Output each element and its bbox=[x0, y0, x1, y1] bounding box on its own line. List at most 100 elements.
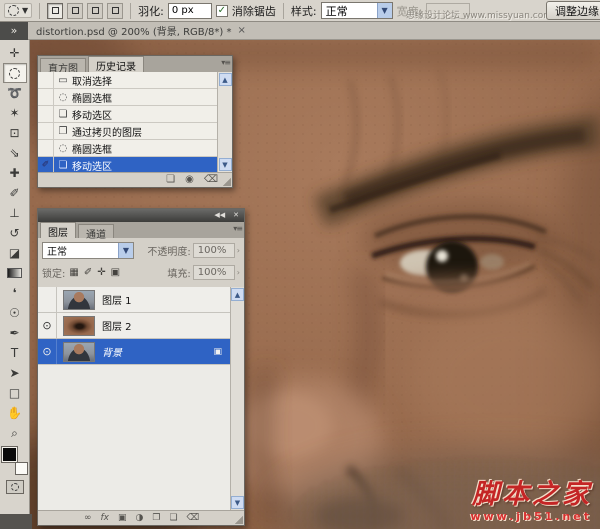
layer-row[interactable]: ⊙图层 2 bbox=[38, 313, 230, 339]
history-brush-tool[interactable]: ↺ bbox=[3, 223, 27, 243]
zoom-tool[interactable]: ⌕ bbox=[3, 423, 27, 443]
new-group-icon[interactable]: ❐ bbox=[152, 514, 160, 523]
lock-position-icon[interactable]: ✛ bbox=[97, 267, 105, 278]
hand-tool[interactable]: ✋ bbox=[3, 403, 27, 423]
magic-wand-tool[interactable]: ✶ bbox=[3, 103, 27, 123]
dodge-tool[interactable]: ☉ bbox=[3, 303, 27, 323]
intersect-selection-button[interactable] bbox=[107, 3, 123, 19]
eyedropper-tool[interactable]: ⇘ bbox=[3, 143, 27, 163]
history-scrollbar[interactable]: ▲ ▼ bbox=[217, 72, 232, 172]
add-to-selection-button[interactable] bbox=[67, 3, 83, 19]
link-layers-icon[interactable]: ∞ bbox=[84, 514, 92, 523]
blur-tool[interactable]: ❛ bbox=[3, 283, 27, 303]
subtract-from-selection-button[interactable] bbox=[87, 3, 103, 19]
history-brush-gutter[interactable] bbox=[38, 123, 54, 139]
lasso-tool[interactable]: ➰ bbox=[3, 83, 27, 103]
gradient-tool[interactable] bbox=[3, 263, 27, 283]
adjustment-layer-icon[interactable]: ◑ bbox=[136, 514, 144, 523]
move-tool[interactable]: ✛ bbox=[3, 43, 27, 63]
opacity-control[interactable]: 不透明度: 100% › bbox=[147, 243, 240, 258]
scroll-down-icon[interactable]: ▼ bbox=[231, 496, 244, 509]
document-tab-title[interactable]: distortion.psd @ 200% (背景, RGB/8*) * bbox=[36, 23, 231, 38]
clone-stamp-tool[interactable]: ⊥ bbox=[3, 203, 27, 223]
layer-thumbnail[interactable] bbox=[63, 316, 95, 336]
layers-list: 图层 1⊙图层 2⊙背景▣ bbox=[38, 287, 230, 510]
add-layer-mask-icon[interactable]: ▣ bbox=[118, 514, 127, 523]
tool-preset-picker[interactable]: ▼ bbox=[4, 3, 32, 18]
quick-mask-button[interactable] bbox=[6, 480, 24, 494]
shape-tool[interactable]: □ bbox=[3, 383, 27, 403]
style-select[interactable]: 正常 ▼ bbox=[321, 2, 393, 19]
layer-row[interactable]: 图层 1 bbox=[38, 287, 230, 313]
move-selection-icon: ❏ bbox=[54, 109, 72, 120]
history-brush-gutter[interactable] bbox=[38, 106, 54, 122]
collapse-panel-icon[interactable]: ◀◀ bbox=[214, 212, 225, 219]
layers-scrollbar[interactable]: ▲ ▼ bbox=[230, 287, 244, 510]
panel-expand-button[interactable]: » bbox=[0, 22, 28, 40]
new-layer-icon[interactable]: ❑ bbox=[169, 514, 177, 523]
history-state-row[interactable]: ◌椭圆选框 bbox=[38, 89, 217, 106]
foreground-color-swatch[interactable] bbox=[2, 447, 17, 462]
history-state-label: 通过拷贝的图层 bbox=[72, 124, 142, 139]
feather-input[interactable] bbox=[168, 3, 212, 19]
hand-icon: ✋ bbox=[7, 407, 22, 419]
pen-tool[interactable]: ✒ bbox=[3, 323, 27, 343]
lock-pixels-icon[interactable]: ✐ bbox=[84, 267, 92, 278]
eraser-icon: ◪ bbox=[9, 247, 20, 259]
tab-channels[interactable]: 通道 bbox=[78, 224, 114, 238]
new-document-from-state-icon[interactable]: ❏ bbox=[166, 175, 175, 185]
refine-edge-button[interactable]: 调整边缘 bbox=[546, 1, 600, 20]
scroll-up-icon[interactable]: ▲ bbox=[219, 73, 232, 86]
visibility-eye-icon[interactable]: ⊙ bbox=[38, 339, 57, 364]
history-brush-gutter[interactable] bbox=[38, 72, 54, 88]
close-panel-icon[interactable]: ✕ bbox=[233, 212, 239, 219]
delete-state-icon[interactable]: ⌫ bbox=[204, 175, 218, 185]
scroll-down-icon[interactable]: ▼ bbox=[219, 158, 232, 171]
panel-menu-icon[interactable]: ▾≡ bbox=[221, 58, 230, 67]
lock-transparency-icon[interactable]: ▦ bbox=[69, 267, 78, 278]
layer-row[interactable]: ⊙背景▣ bbox=[38, 339, 230, 365]
quick-mask-icon bbox=[11, 483, 19, 491]
antialias-checkbox[interactable]: ✓ bbox=[216, 5, 228, 17]
path-selection-tool[interactable]: ➤ bbox=[3, 363, 27, 383]
resize-grip[interactable] bbox=[223, 178, 231, 186]
history-brush-gutter[interactable] bbox=[38, 140, 54, 156]
type-tool[interactable]: T bbox=[3, 343, 27, 363]
layer-style-fx-icon[interactable]: fx bbox=[101, 514, 110, 523]
eraser-tool[interactable]: ◪ bbox=[3, 243, 27, 263]
history-brush-gutter[interactable]: ✐ bbox=[38, 157, 54, 172]
document-close-icon[interactable]: × bbox=[237, 25, 245, 36]
style-label: 样式: bbox=[291, 3, 317, 19]
layer-thumbnail[interactable] bbox=[63, 290, 95, 310]
resize-grip[interactable] bbox=[235, 516, 243, 524]
history-state-row[interactable]: ❐通过拷贝的图层 bbox=[38, 123, 217, 140]
tab-history[interactable]: 历史记录 bbox=[88, 56, 144, 72]
chevron-right-icon: › bbox=[237, 246, 240, 255]
panel-menu-icon[interactable]: ▾≡ bbox=[233, 224, 242, 233]
chevron-down-icon: ▼ bbox=[22, 6, 28, 15]
forum-watermark: 思缘设计论坛 www.missyuan.com bbox=[406, 8, 552, 21]
blend-mode-select[interactable]: 正常 ▼ bbox=[42, 242, 134, 259]
history-state-row[interactable]: ✐❏移动选区 bbox=[38, 157, 217, 172]
lock-all-icon[interactable]: ▣ bbox=[111, 267, 120, 278]
elliptical-marquee-tool[interactable] bbox=[3, 63, 27, 83]
history-state-row[interactable]: ❏移动选区 bbox=[38, 106, 217, 123]
background-color-swatch[interactable] bbox=[15, 462, 28, 475]
history-brush-gutter[interactable] bbox=[38, 89, 54, 105]
brush-tool[interactable]: ✐ bbox=[3, 183, 27, 203]
layer-thumbnail[interactable] bbox=[63, 342, 95, 362]
visibility-eye-icon[interactable]: ⊙ bbox=[38, 313, 57, 338]
tab-layers[interactable]: 图层 bbox=[40, 222, 76, 238]
crop-tool[interactable]: ⊡ bbox=[3, 123, 27, 143]
tab-histogram[interactable]: 直方图 bbox=[40, 58, 86, 72]
new-selection-button[interactable] bbox=[47, 3, 63, 19]
visibility-eye-icon[interactable] bbox=[38, 287, 57, 312]
fill-control[interactable]: 填充: 100% › bbox=[167, 265, 240, 280]
history-state-row[interactable]: ◌椭圆选框 bbox=[38, 140, 217, 157]
new-snapshot-icon[interactable]: ◉ bbox=[185, 175, 194, 185]
fill-label: 填充: bbox=[167, 265, 190, 280]
history-state-row[interactable]: ▭取消选择 bbox=[38, 72, 217, 89]
delete-layer-icon[interactable]: ⌫ bbox=[187, 514, 200, 523]
scroll-up-icon[interactable]: ▲ bbox=[231, 288, 244, 301]
healing-brush-tool[interactable]: ✚ bbox=[3, 163, 27, 183]
